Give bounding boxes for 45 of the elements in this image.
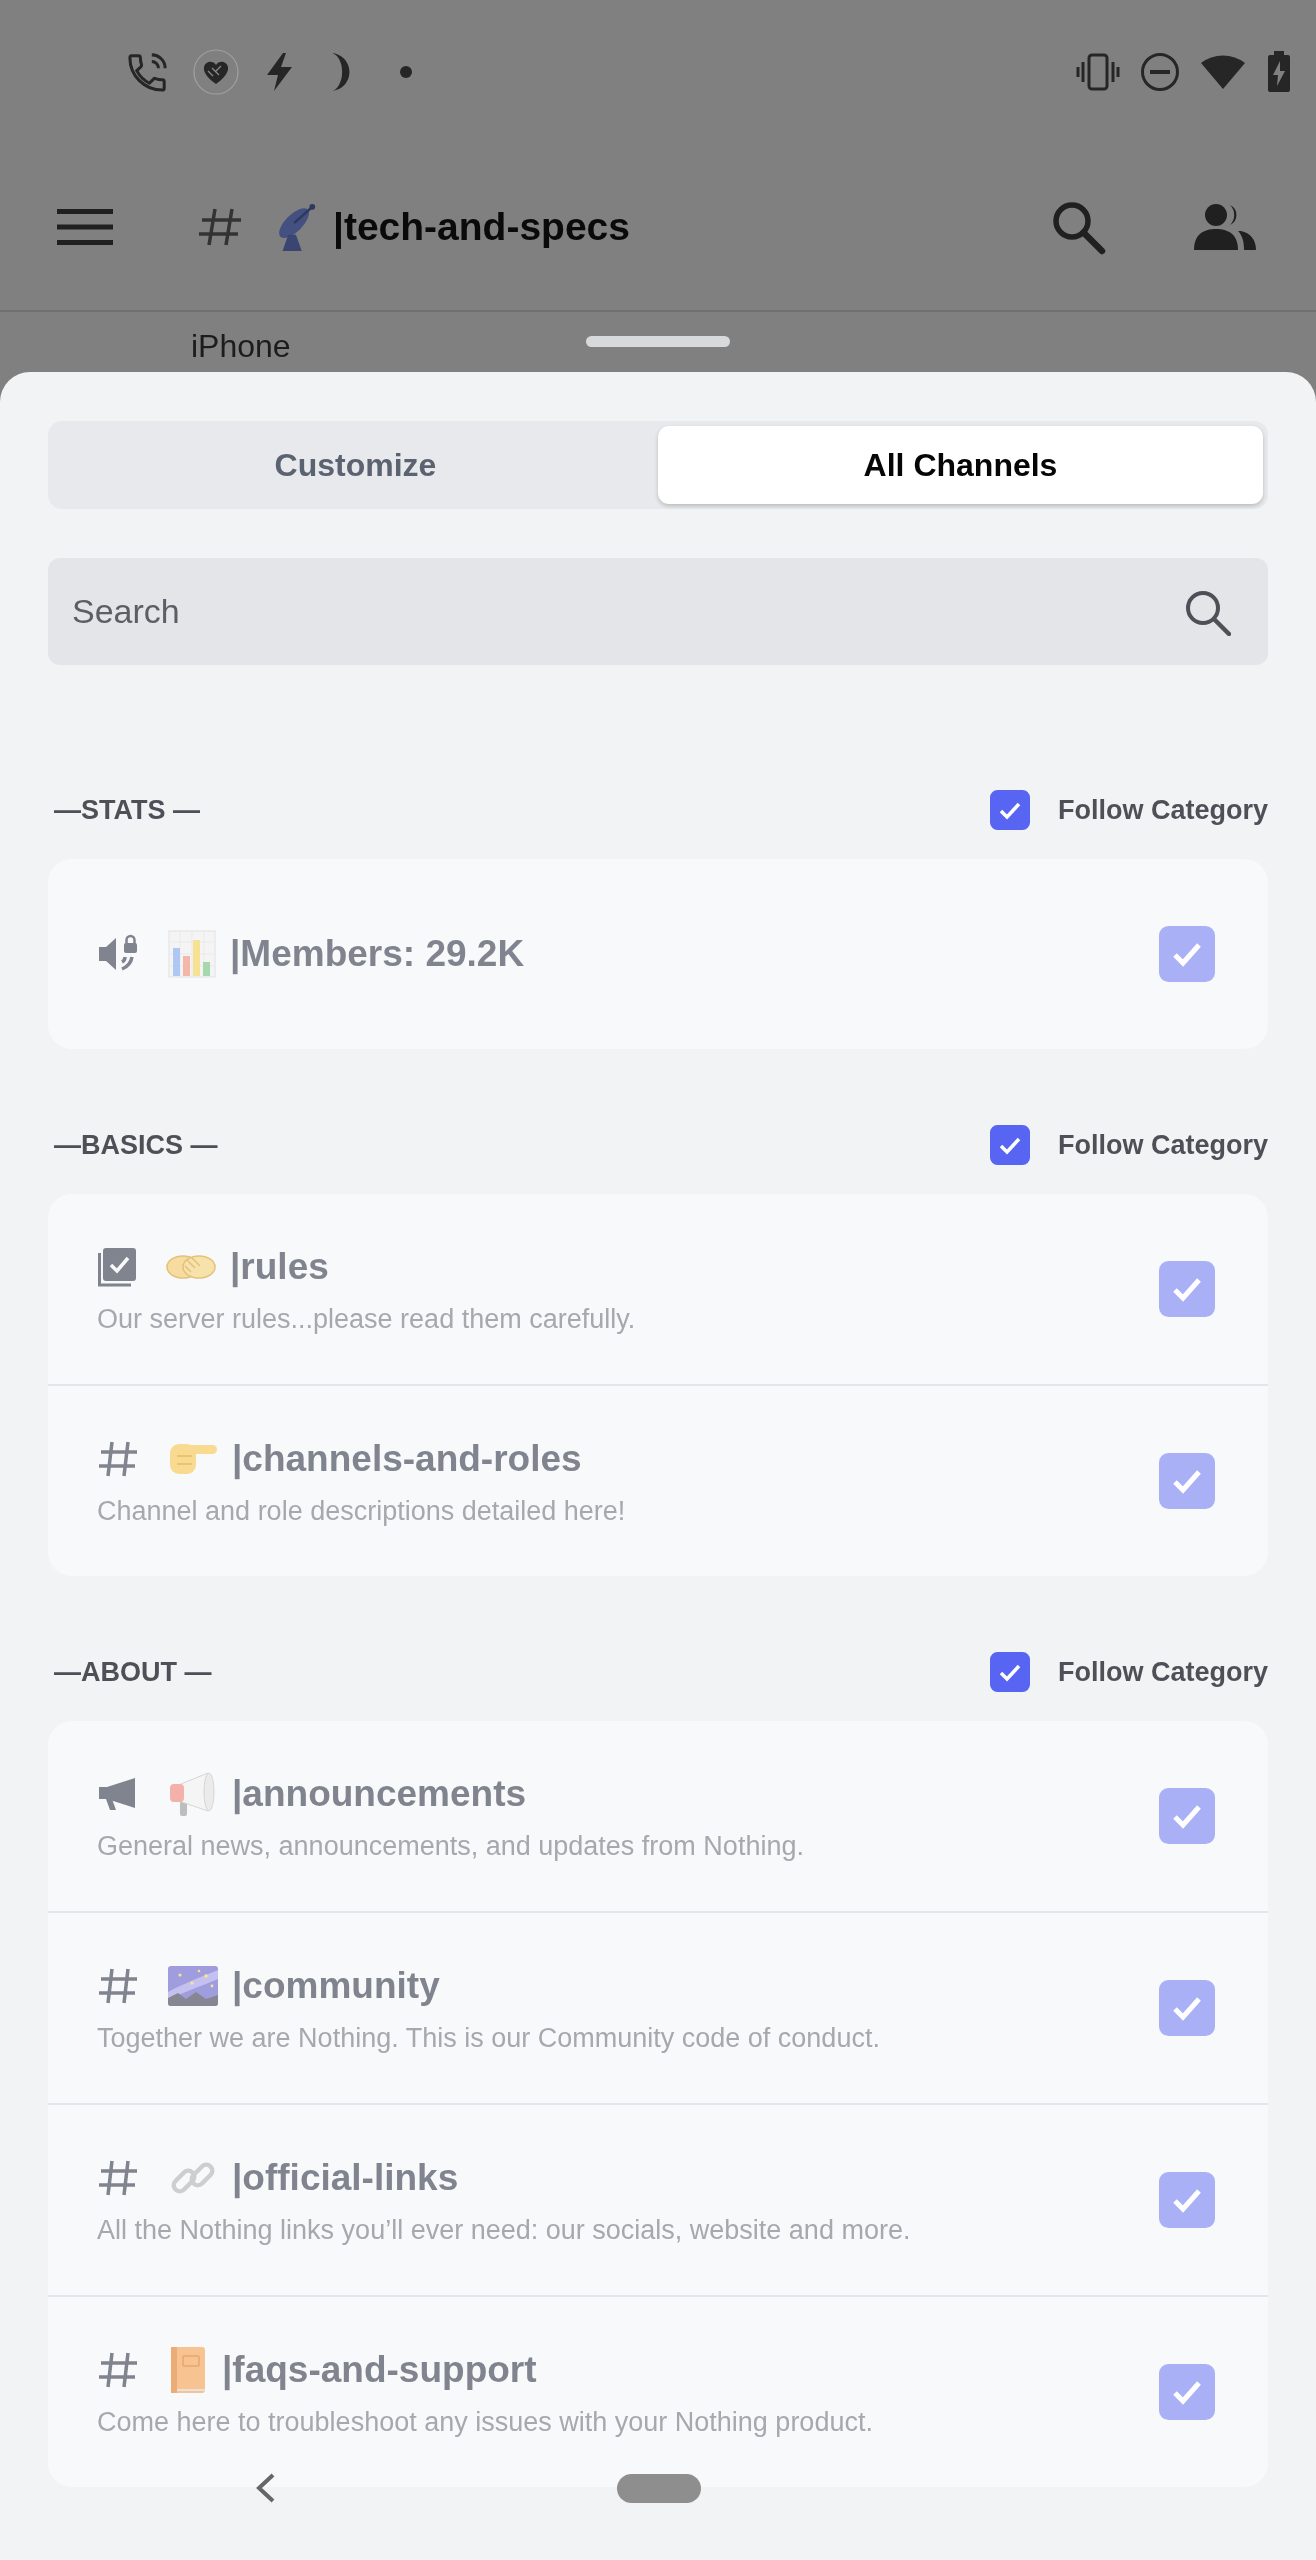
channel-description: Come here to troubleshoot any issues with your Nothing product. xyxy=(97,2405,874,2439)
checkbox-label: Follow Category xyxy=(1058,1656,1268,1688)
hash-icon xyxy=(197,207,243,247)
search-field[interactable]: Search xyxy=(48,558,1268,665)
channel-description: All the Nothing links you’ll ever need: our socials, website and more. xyxy=(97,2213,912,2247)
channel-description: Together we are Nothing. This is our Community code of conduct. xyxy=(97,2021,881,2055)
phone-call-icon xyxy=(128,52,168,92)
category-title: —BASICS — xyxy=(54,1129,218,1161)
tab[interactable]: Customize xyxy=(53,426,658,504)
checkbox[interactable] xyxy=(990,1125,1030,1165)
battery-charging-icon xyxy=(1266,51,1292,93)
channel-description: General news, announcements, and updates from Nothing. xyxy=(97,1829,805,1863)
checkbox[interactable] xyxy=(990,790,1030,830)
hash-icon xyxy=(97,2158,139,2197)
checkbox[interactable] xyxy=(990,1652,1030,1692)
channel-description: Our server rules...please read them carefully. xyxy=(97,1302,637,1336)
hash-icon xyxy=(97,1966,139,2005)
hash-icon xyxy=(97,1439,139,1478)
message-text: iPhone xyxy=(191,328,291,364)
rules-book-icon xyxy=(97,1246,137,1287)
menu-icon[interactable] xyxy=(57,209,113,245)
megaphone-icon xyxy=(168,1769,218,1818)
notebook-icon xyxy=(168,2345,208,2394)
channel-title: |tech-and-specs xyxy=(333,205,630,249)
wifi-icon xyxy=(1200,54,1246,90)
checkbox-label: Follow Category xyxy=(1058,1129,1268,1161)
search-icon xyxy=(1183,588,1231,636)
heart-handshake-icon xyxy=(193,49,239,95)
hash-icon xyxy=(97,2350,139,2389)
dot-icon xyxy=(400,66,412,78)
category-title: —STATS — xyxy=(54,794,200,826)
search-icon[interactable] xyxy=(1050,199,1106,255)
do-not-disturb-icon xyxy=(1140,52,1180,92)
bar-chart-icon xyxy=(168,930,216,978)
channel-description: Channel and role descriptions detailed here! xyxy=(97,1494,627,1528)
drag-handle[interactable] xyxy=(586,336,730,347)
tab[interactable]: All Channels xyxy=(658,426,1263,504)
bolt-icon xyxy=(264,52,294,92)
vibrate-icon xyxy=(1076,52,1120,92)
category-title: —ABOUT — xyxy=(54,1656,212,1688)
back-icon[interactable] xyxy=(254,2473,276,2503)
pointing-hand-icon xyxy=(168,1441,218,1476)
night-sky-icon xyxy=(168,1965,218,2006)
members-icon[interactable] xyxy=(1194,203,1256,251)
checkbox-label: Follow Category xyxy=(1058,794,1268,826)
